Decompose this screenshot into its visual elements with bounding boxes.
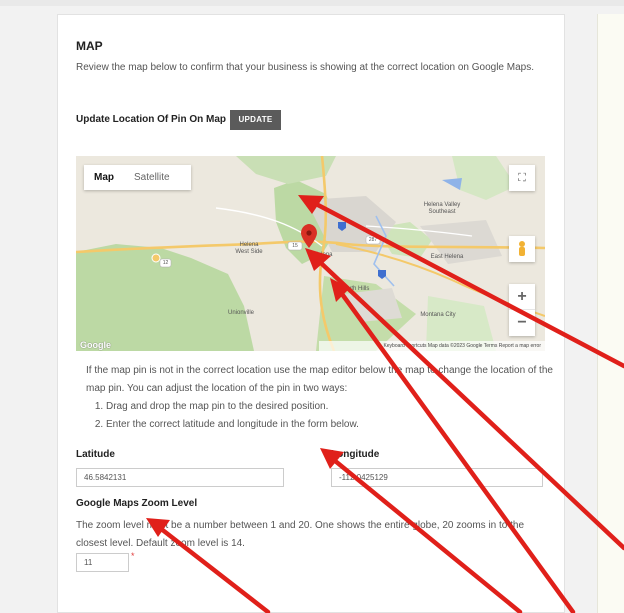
top-strip (0, 0, 624, 6)
map-label-helena: Helena (313, 252, 333, 258)
latitude-label: Latitude (76, 449, 115, 460)
map-label-south-hills: South Hills (340, 286, 370, 292)
help-step-2: Enter the correct latitude and longitude… (106, 416, 556, 434)
map-footer: Keyboard shortcuts Map data ©2023 Google… (76, 341, 545, 351)
map-tab-map[interactable]: Map (84, 165, 124, 190)
street-view-icon[interactable] (509, 236, 535, 262)
zoom-out-icon[interactable]: − (509, 310, 535, 336)
help-paragraph: If the map pin is not in the correct loc… (86, 365, 553, 394)
map-view[interactable]: Helena Valley Southeast Helena West Side H… (76, 156, 545, 351)
map-intro-text: Review the map below to confirm that you… (76, 62, 535, 73)
road-shield-15: 15 (292, 243, 298, 249)
longitude-label: Longitude (331, 449, 380, 460)
map-type-control: Map Satellite (84, 165, 191, 190)
map-tab-satellite[interactable]: Satellite (124, 165, 180, 190)
latitude-input[interactable] (76, 468, 284, 487)
help-step-1: Drag and drop the map pin to the desired… (106, 398, 556, 416)
zoom-help-text: The zoom level must be a number between … (76, 520, 525, 549)
road-shield-287: 287 (368, 237, 378, 243)
map-label-helena-valley: Helena Valley Southeast (423, 202, 461, 215)
map-label-montana-city: Montana City (420, 312, 456, 318)
zoom-level-label: Google Maps Zoom Level (76, 498, 198, 509)
help-steps: Drag and drop the map pin to the desired… (106, 398, 556, 434)
map-label-unionville: Unionville (227, 310, 254, 316)
map-footer-text[interactable]: Keyboard shortcuts Map data ©2023 Google… (383, 341, 541, 351)
update-button[interactable]: UPDATE (230, 110, 281, 130)
section-title: MAP (76, 39, 103, 53)
side-panel (597, 14, 624, 613)
fullscreen-icon[interactable]: ⛶ (509, 165, 535, 191)
required-marker: * (131, 551, 135, 561)
zoom-in-icon[interactable]: + (509, 284, 535, 310)
zoom-level-input[interactable] (76, 553, 129, 572)
road-shield-12: 12 (162, 260, 169, 266)
map-help-text: If the map pin is not in the correct loc… (86, 362, 556, 434)
map-label-helena-west: Helena West Side (235, 242, 263, 255)
update-location-label: Update Location Of Pin On Map (76, 114, 226, 125)
map-label-east-helena: East Helena (430, 254, 464, 260)
zoom-controls: + − (509, 284, 535, 336)
map-settings-card: MAP Review the map below to confirm that… (57, 14, 565, 613)
longitude-input[interactable] (331, 468, 543, 487)
